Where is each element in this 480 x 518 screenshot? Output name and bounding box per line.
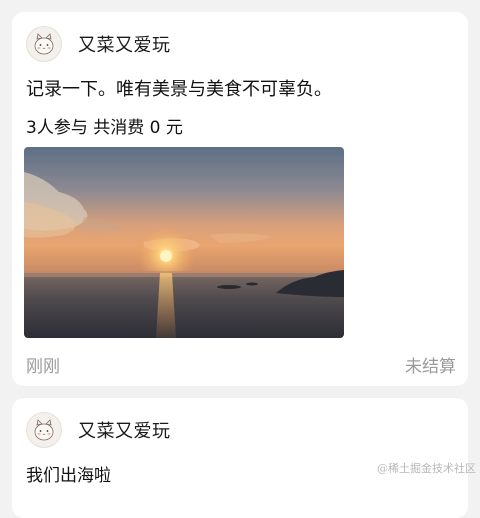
avatar[interactable] [26,412,62,448]
username[interactable]: 又菜又爱玩 [78,31,171,57]
post-header: 又菜又爱玩 [26,410,171,450]
post-card[interactable]: 又菜又爱玩 我们出海啦 [12,398,468,518]
sunset-photo[interactable] [24,147,344,338]
sunset-image [24,147,344,338]
avatar[interactable] [26,26,62,62]
post-text: 记录一下。唯有美景与美食不可辜负。 [26,79,332,100]
settlement-status: 未结算 [405,357,456,377]
post-time: 刚刚 [26,357,60,377]
cat-face-icon [34,33,54,55]
username[interactable]: 又菜又爱玩 [78,417,171,443]
expense-summary: 3人参与 共消费 0 元 [26,118,183,138]
post-text: 我们出海啦 [26,466,111,486]
post-card[interactable]: 又菜又爱玩 记录一下。唯有美景与美食不可辜负。 3人参与 共消费 0 元 刚刚 … [12,12,468,386]
cat-face-icon [34,419,54,441]
post-header: 又菜又爱玩 [26,24,171,64]
watermark: @稀土掘金技术社区 [377,462,476,475]
